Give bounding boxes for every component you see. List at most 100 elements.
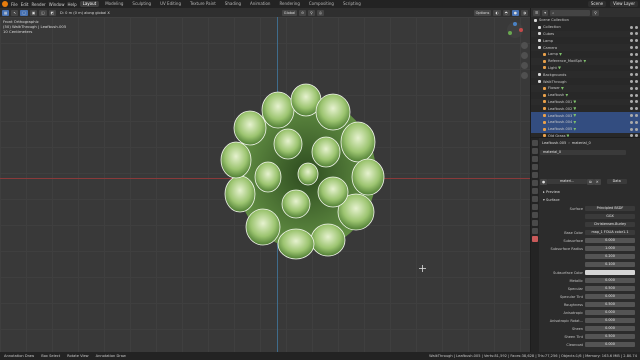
overlays-icon[interactable]: ◓ bbox=[502, 9, 510, 16]
outliner-row[interactable]: Lamp bbox=[531, 37, 640, 44]
outliner-root[interactable]: Scene Collection bbox=[531, 17, 640, 24]
leafbush-object[interactable] bbox=[218, 82, 393, 262]
select-invert-icon[interactable]: ◩ bbox=[48, 9, 57, 16]
menu-render[interactable]: Render bbox=[31, 2, 45, 7]
outliner-editor-type-icon[interactable]: ☰ bbox=[533, 9, 541, 16]
camera-icon[interactable] bbox=[635, 52, 638, 56]
menu-window[interactable]: Window bbox=[49, 2, 65, 7]
workspace-tab-rendering[interactable]: Rendering bbox=[276, 1, 302, 7]
material-unlink-icon[interactable]: ✕ bbox=[593, 178, 601, 185]
material-tab-icon[interactable] bbox=[532, 236, 538, 242]
property-field[interactable]: 0.200 bbox=[585, 253, 635, 260]
property-field[interactable]: map_1 FOLIA color1.1 bbox=[585, 229, 635, 236]
menu-edit[interactable]: Edit bbox=[21, 2, 29, 7]
camera-icon[interactable] bbox=[635, 32, 638, 36]
eye-icon[interactable] bbox=[630, 86, 633, 90]
material-slot[interactable]: material_0 bbox=[540, 149, 626, 156]
select-mode-icon[interactable]: □ bbox=[20, 9, 28, 16]
outliner-row[interactable]: Backgrounds bbox=[531, 71, 640, 79]
pan-icon[interactable] bbox=[521, 52, 528, 59]
view-layer-selector[interactable]: View Layer bbox=[610, 1, 638, 7]
camera-icon[interactable] bbox=[635, 127, 638, 131]
eye-icon[interactable] bbox=[630, 120, 633, 124]
physics-tab-icon[interactable] bbox=[532, 212, 538, 218]
tool-tweak-icon[interactable]: ↖ bbox=[11, 9, 19, 16]
workspace-tab-sculpting[interactable]: Sculpting bbox=[129, 1, 154, 7]
editor-type-icon[interactable]: ▦ bbox=[2, 9, 10, 16]
eye-icon[interactable] bbox=[630, 32, 633, 36]
eye-icon[interactable] bbox=[630, 93, 633, 97]
options-dropdown[interactable]: Options bbox=[473, 9, 492, 16]
eye-icon[interactable] bbox=[630, 134, 633, 138]
scene-selector[interactable]: Scene bbox=[587, 1, 607, 7]
property-field[interactable]: 0.000 bbox=[585, 325, 635, 332]
orientation-dropdown[interactable]: Global bbox=[281, 9, 298, 16]
object-tab-icon[interactable] bbox=[532, 188, 538, 194]
shading-solid-icon[interactable]: ● bbox=[511, 9, 519, 16]
blender-logo-icon[interactable] bbox=[2, 1, 8, 7]
camera-icon[interactable] bbox=[635, 86, 638, 90]
snap-icon[interactable]: ⚲ bbox=[308, 9, 315, 16]
eye-icon[interactable] bbox=[630, 39, 633, 43]
select-extend-icon[interactable]: ▣ bbox=[29, 9, 38, 16]
property-field[interactable]: 0.000 bbox=[585, 317, 635, 324]
3d-viewport[interactable]: ▦ ↖ □ ▣ ◫ ◩ D: 0 m (0 m) along global X … bbox=[0, 8, 530, 352]
workspace-tab-modeling[interactable]: Modeling bbox=[102, 1, 126, 7]
view-layer-tab-icon[interactable] bbox=[532, 164, 538, 170]
outliner-row[interactable]: Flower bbox=[531, 84, 640, 92]
workspace-tab-compositing[interactable]: Compositing bbox=[306, 1, 337, 7]
tool-tab-icon[interactable] bbox=[532, 140, 538, 146]
outliner-search-icon[interactable]: ⌕ bbox=[550, 9, 591, 16]
surface-section[interactable]: ▾ Surface bbox=[540, 197, 640, 203]
property-field[interactable]: Christensen-Burley bbox=[585, 221, 635, 228]
workspace-tab-texture-paint[interactable]: Texture Paint bbox=[187, 1, 219, 7]
workspace-tab-scripting[interactable]: Scripting bbox=[340, 1, 364, 7]
property-field[interactable]: 0.000 bbox=[585, 309, 635, 316]
outliner-display-mode-icon[interactable]: ▾ bbox=[542, 9, 549, 16]
outliner-panel[interactable]: ☰ ▾ ⌕ ⚲ Scene Collection Collection Cubes… bbox=[531, 8, 640, 138]
outliner-row[interactable]: Leafbush.002 bbox=[531, 105, 640, 112]
outliner-row[interactable]: Camera bbox=[531, 44, 640, 51]
material-browse-icon[interactable]: ● bbox=[540, 178, 548, 185]
eye-icon[interactable] bbox=[630, 46, 633, 50]
menu-file[interactable]: File bbox=[11, 2, 18, 7]
particles-tab-icon[interactable] bbox=[532, 204, 538, 210]
outliner-row[interactable]: Leafbush.003 bbox=[531, 112, 640, 119]
outliner-row[interactable]: Leafbush.005 bbox=[531, 125, 640, 133]
preview-section[interactable]: ▸ Preview bbox=[540, 189, 640, 195]
pivot-icon[interactable]: ⊙ bbox=[299, 9, 307, 16]
navigation-gizmo[interactable] bbox=[506, 21, 524, 39]
eye-icon[interactable] bbox=[630, 114, 633, 118]
eye-icon[interactable] bbox=[630, 80, 633, 84]
camera-icon[interactable] bbox=[635, 114, 638, 118]
workspace-tab-uv-editing[interactable]: UV Editing bbox=[157, 1, 184, 7]
eye-icon[interactable] bbox=[630, 52, 633, 56]
camera-icon[interactable] bbox=[635, 25, 638, 29]
property-field[interactable]: Principled BSDF bbox=[585, 205, 635, 212]
property-field[interactable]: 0.500 bbox=[585, 285, 635, 292]
property-field[interactable]: 0.000 bbox=[585, 341, 635, 348]
camera-view-icon[interactable] bbox=[521, 62, 528, 69]
eye-icon[interactable] bbox=[630, 66, 633, 70]
menu-help[interactable]: Help bbox=[67, 2, 76, 7]
workspace-tab-layout[interactable]: Layout bbox=[79, 1, 100, 7]
property-field[interactable]: 0.100 bbox=[585, 261, 635, 268]
outliner-row[interactable]: Cubes bbox=[531, 30, 640, 38]
shading-material-icon[interactable]: ◑ bbox=[520, 9, 528, 16]
eye-icon[interactable] bbox=[630, 73, 633, 77]
eye-icon[interactable] bbox=[630, 100, 633, 104]
material-users-icon[interactable]: ⧉ bbox=[587, 178, 594, 185]
outliner-row[interactable]: Reference_ModSph bbox=[531, 57, 640, 65]
visibility-icon[interactable]: ◐ bbox=[493, 9, 501, 16]
output-tab-icon[interactable] bbox=[532, 156, 538, 162]
property-field[interactable]: 0.000 bbox=[585, 237, 635, 244]
render-tab-icon[interactable] bbox=[532, 148, 538, 154]
eye-icon[interactable] bbox=[630, 25, 633, 29]
material-datablock-field[interactable]: materi... bbox=[547, 178, 588, 185]
outliner-row[interactable]: Leafbush bbox=[531, 92, 640, 99]
property-field[interactable]: 0.000 bbox=[585, 277, 635, 284]
outliner-row[interactable]: WalkThrough bbox=[531, 78, 640, 85]
material-slot-list[interactable]: material_0 bbox=[540, 149, 640, 156]
outliner-row[interactable]: Lamp bbox=[531, 51, 640, 58]
modifier-tab-icon[interactable] bbox=[532, 196, 538, 202]
